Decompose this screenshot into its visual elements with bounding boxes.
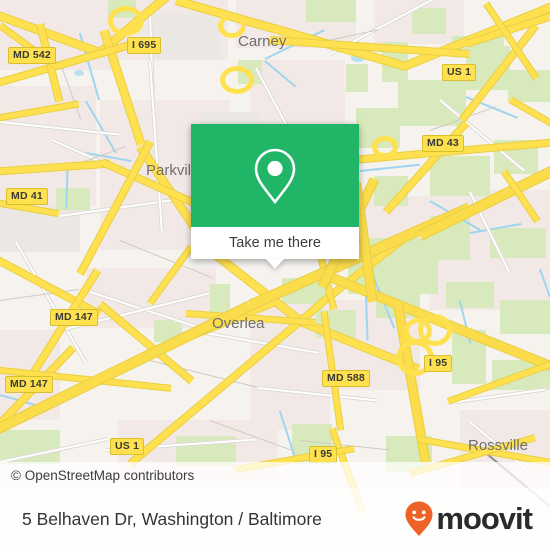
place-label-rossville: Rossville: [468, 437, 529, 454]
shield-md-542: MD 542: [8, 47, 56, 64]
place-label-overlea: Overlea: [212, 315, 265, 332]
address-label: 5 Belhaven Dr, Washington / Baltimore: [22, 508, 322, 529]
location-popup-card[interactable]: Take me there: [191, 124, 359, 269]
moovit-wordmark: moovit: [436, 501, 533, 536]
shield-us-1-s: US 1: [110, 438, 145, 455]
landuse-park: [446, 282, 494, 308]
map-pin-icon: [191, 124, 359, 227]
landuse-park: [500, 300, 550, 334]
footer-bar: 5 Belhaven Dr, Washington / Baltimore mo…: [0, 488, 550, 550]
landuse-park: [346, 64, 368, 92]
map-attribution-bar: © OpenStreetMap contributors: [0, 462, 550, 488]
take-me-there-label: Take me there: [229, 235, 321, 251]
interchange-ring: [220, 66, 254, 94]
moovit-logo[interactable]: moovit: [404, 500, 550, 538]
landuse-residential: [250, 60, 345, 130]
moovit-pin-icon: [405, 501, 433, 536]
shield-md-147-n: MD 147: [50, 309, 98, 326]
stream: [359, 163, 420, 172]
interchange-ring: [108, 6, 144, 36]
shield-i-695: I 695: [127, 37, 162, 54]
interchange-ring: [404, 318, 432, 344]
shield-i-95-n: I 95: [424, 355, 453, 372]
landuse-park: [306, 0, 356, 22]
map-screenshot: Carney Parkville Overlea Rossville MD 54…: [0, 0, 550, 550]
take-me-there-button[interactable]: Take me there: [191, 227, 359, 269]
shield-md-41: MD 41: [6, 188, 48, 205]
shield-i-95-s: I 95: [309, 446, 338, 463]
landuse-park: [398, 80, 466, 126]
place-label-carney: Carney: [238, 33, 287, 50]
shield-md-43: MD 43: [422, 135, 464, 152]
landuse-park: [430, 156, 490, 196]
attribution-text[interactable]: © OpenStreetMap contributors: [0, 468, 194, 483]
landuse-park: [56, 188, 90, 210]
popup-header: [191, 124, 359, 227]
interchange-ring: [372, 136, 398, 158]
popup-pointer-tail: [266, 259, 284, 269]
water-body: [74, 70, 84, 76]
shield-md-588: MD 588: [322, 370, 370, 387]
landuse-park: [412, 8, 446, 34]
shield-md-147-s: MD 147: [5, 376, 53, 393]
shield-us-1-n: US 1: [442, 64, 477, 81]
